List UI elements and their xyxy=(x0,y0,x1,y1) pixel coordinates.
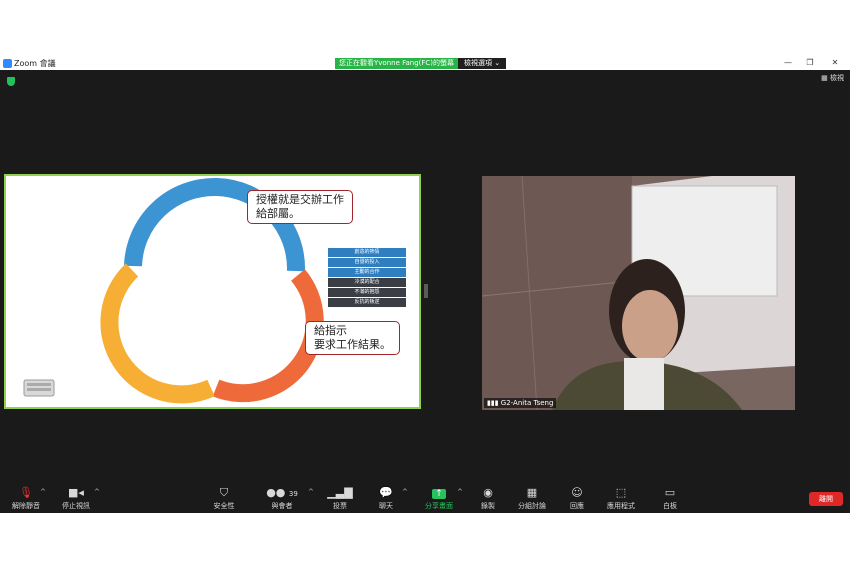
record-button[interactable]: ◉ 錄製 xyxy=(468,485,508,511)
grid-icon: ▦ xyxy=(526,486,538,499)
stack-item: 創造的熱情 xyxy=(328,248,406,257)
stack-item: 自發的投入 xyxy=(328,258,406,267)
apps-icon: ⬚ xyxy=(615,486,627,499)
shield-icon: ⛉ xyxy=(219,486,229,499)
video-camera-icon: ■◂ xyxy=(68,486,84,499)
stack-item: 反抗的叛逆 xyxy=(328,298,406,307)
audio-options-chevron-icon[interactable]: ^ xyxy=(40,488,46,496)
apps-button[interactable]: ⬚ 應用程式 xyxy=(601,485,641,511)
participants-icon: ●● 39 xyxy=(266,486,298,499)
participant-video[interactable]: ▮▮▮ G2-Anita Tseng xyxy=(482,176,795,410)
minimize-icon[interactable]: — xyxy=(781,58,795,67)
shield-icon[interactable] xyxy=(7,77,15,86)
share-arrow-icon: ↑ xyxy=(419,485,459,501)
ring-label-top: 觀 xyxy=(207,220,215,230)
meeting-toolbar: 🎙 解除靜音 ^ ■◂ 停止視訊 ^ ⛉ 安全性 ●● 39 與會者 ^ ▁▃▇… xyxy=(0,485,850,513)
ring-label-left: 說 xyxy=(145,343,153,353)
keyboard-hands-icon xyxy=(23,379,55,397)
share-banner: 您正在觀看Yvonne Fang(FC)的螢幕 檢視選項 ⌄ xyxy=(335,58,507,69)
callout-top: 授權就是交辦工作 給部屬。 xyxy=(247,190,353,224)
attitude-stack: 創造的熱情 自發的投入 主動的合作 冷漠的配合 不滿的抱怨 反抗的叛逆 xyxy=(328,248,406,308)
stack-item: 不滿的抱怨 xyxy=(328,288,406,297)
leave-button[interactable]: 離開 xyxy=(809,492,843,506)
close-icon[interactable]: ✕ xyxy=(828,58,842,67)
participants-count: 39 xyxy=(288,490,298,498)
reactions-button[interactable]: ☺ 回應 xyxy=(557,485,597,511)
record-icon: ◉ xyxy=(483,486,493,499)
zoom-logo-icon xyxy=(3,59,12,68)
video-frame xyxy=(482,176,795,410)
window-title: Zoom 會議 xyxy=(14,59,56,68)
bar-chart-icon: ▁▃▇ xyxy=(327,486,353,499)
video-options-chevron-icon[interactable]: ^ xyxy=(94,488,100,496)
participants-chevron-icon[interactable]: ^ xyxy=(308,488,314,496)
participant-name: ▮▮▮ G2-Anita Tseng xyxy=(484,398,557,408)
breakout-rooms-button[interactable]: ▦ 分組討論 xyxy=(512,485,552,511)
stack-item: 冷漠的配合 xyxy=(328,278,406,287)
ring-segment-yellow xyxy=(100,263,215,404)
ring-segment-orange xyxy=(212,269,324,403)
restore-icon[interactable]: ❐ xyxy=(803,58,817,67)
view-options-button[interactable]: 檢視選項 ⌄ xyxy=(458,58,507,69)
polls-button[interactable]: ▁▃▇ 投票 xyxy=(320,485,360,511)
share-chevron-icon[interactable]: ^ xyxy=(457,488,463,496)
stack-item: 主動的合作 xyxy=(328,268,406,277)
whiteboard-icon: ▭ xyxy=(664,486,676,499)
split-drag-handle[interactable] xyxy=(424,284,428,298)
meeting-area: ▦ 檢視 觀 做 說 授權就是交辦工作 給部屬。 給指示 要求工作結果。 創造的… xyxy=(0,70,850,512)
share-status: 您正在觀看Yvonne Fang(FC)的螢幕 xyxy=(335,58,459,69)
chat-button[interactable]: 💬 聊天 xyxy=(366,485,406,511)
stop-video-button[interactable]: ■◂ 停止視訊 xyxy=(56,485,96,511)
chat-bubble-icon: 💬 xyxy=(379,486,393,499)
whiteboard-button[interactable]: ▭ 白板 xyxy=(650,485,690,511)
chat-chevron-icon[interactable]: ^ xyxy=(402,488,408,496)
view-button[interactable]: ▦ 檢視 xyxy=(821,73,844,83)
participants-button[interactable]: ●● 39 與會者 xyxy=(262,485,302,511)
ring-label-right: 做 xyxy=(272,346,280,356)
security-button[interactable]: ⛉ 安全性 xyxy=(204,485,244,511)
callout-bottom: 給指示 要求工作結果。 xyxy=(305,321,400,355)
shared-screen[interactable]: 觀 做 說 授權就是交辦工作 給部屬。 給指示 要求工作結果。 創造的熱情 自發… xyxy=(4,174,421,409)
smiley-icon: ☺ xyxy=(571,486,583,499)
share-screen-button[interactable]: ↑ 分享畫面 xyxy=(419,485,459,511)
